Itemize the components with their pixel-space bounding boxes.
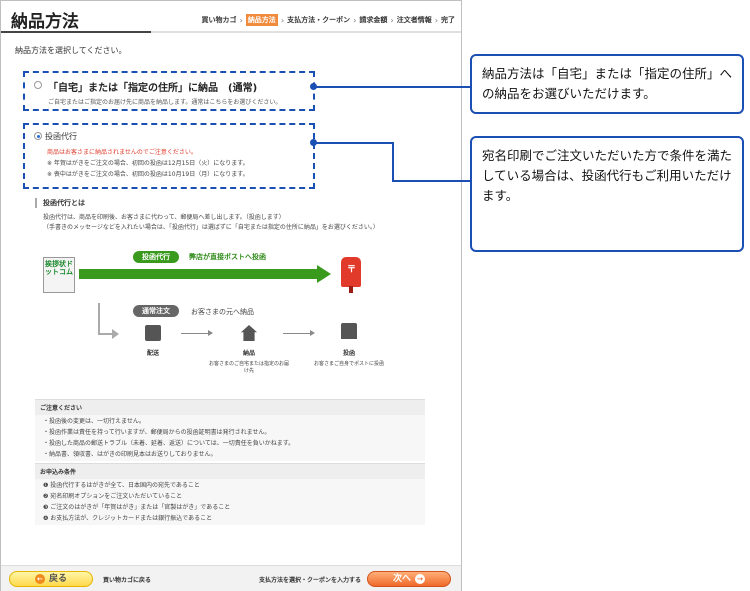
intro-text: 納品方法を選択してください。: [15, 46, 127, 55]
step-deliver-label: 納品: [242, 350, 255, 357]
callout-connector: [392, 142, 394, 182]
normal-order-pill: 通常注文: [133, 305, 179, 317]
callout-delivery: 納品方法は「自宅」または「指定の住所」への納品をお選びいただけます。: [470, 54, 744, 114]
normal-order-note: お客さまの元へ納品: [191, 308, 254, 316]
title-underline: [1, 31, 151, 33]
conditions-box: お申込み条件 ❶ 投函代行するはがきが全て、日本国内の宛先であること ❷ 宛名印…: [35, 463, 425, 525]
radio-home[interactable]: [34, 81, 42, 89]
step-ship-label: 配送: [146, 350, 159, 357]
post-service-note: 弊店が直接ポストへ投函: [189, 253, 266, 261]
caution-box: ご注意ください ・投函後の変更は、一切行えません。 ・投函作業は責任を持って行い…: [35, 399, 425, 461]
about-text: （手書きのメッセージなどを入れたい場合は、「投函代行」は選ばずに「自宅または指定…: [43, 224, 379, 231]
chevron-right-icon: ›: [434, 15, 438, 25]
back-button-label: 戻る: [48, 574, 67, 584]
step-cart: 買い物カゴ: [201, 16, 237, 24]
caution-line: ・投函した商品の郵送トラブル（未着、延着、返送）については、一切責任を負いかねま…: [43, 440, 295, 447]
back-button[interactable]: ← 戻る: [9, 571, 93, 587]
condition-line: ❸ ご注文のはがきが「年賀はがき」または「官製はがき」であること: [43, 504, 231, 511]
option-post-warning: 商品はお客さまに納品されませんのでご注意ください。: [47, 149, 197, 156]
conditions-heading: お申込み条件: [35, 464, 425, 479]
arrow-left-icon: ←: [34, 573, 45, 584]
flow-arrow: [181, 330, 213, 336]
elbow-arrow-head: [112, 329, 119, 339]
caution-heading: ご注意ください: [35, 400, 425, 415]
step-deliver-sub: お客さまのご自宅または指定のお届け先: [209, 361, 290, 374]
company-logo: 挨拶状ドットコム: [43, 257, 75, 293]
page-window: 納品方法 買い物カゴ › 納品方法 › 支払方法・クーポン › 請求金額 › 注文者情報…: [0, 0, 462, 591]
green-arrow-head: [317, 265, 331, 283]
flow-diagram: 挨拶状ドットコム 投函代行 弊店が直接ポストへ投函 〒 通常注文 お客さまの元へ…: [39, 241, 429, 393]
callout-connector: [314, 86, 470, 88]
page-title: 納品方法: [11, 12, 79, 32]
next-button-label: 次へ: [392, 574, 411, 584]
option-home-title: 「自宅」または「指定の住所」に納品 (通常): [48, 83, 258, 94]
footer-bar: ← 戻る 買い物カゴに戻る 支払方法を選択・クーポンを入力する 次へ →: [1, 565, 461, 591]
truck-icon: [145, 325, 161, 341]
condition-line: ❷ 宛名印刷オプションをご注文いただいていること: [43, 493, 183, 500]
next-button[interactable]: 次へ →: [367, 571, 451, 587]
option-post-title: 投函代行: [45, 132, 77, 141]
option-post-note: ※ 年賀はがきをご注文の場合、初回の投函は12月15日（火）になります。: [47, 160, 249, 167]
option-home-desc: ご自宅またはご指定のお届け先に商品を納品します。通常はこちらをお選びください。: [48, 99, 282, 106]
callout-dot: [310, 139, 317, 146]
callout-post-service: 宛名印刷でご注文いただいた方で条件を満たしている場合は、投函代行もご利用いただけ…: [470, 136, 744, 252]
chevron-right-icon: ›: [280, 15, 285, 25]
radio-post[interactable]: [34, 132, 42, 140]
chevron-right-icon: ›: [390, 15, 394, 25]
next-link[interactable]: 支払方法を選択・クーポンを入力する: [259, 575, 361, 584]
post-service-pill: 投函代行: [133, 251, 179, 263]
step-payment: 支払方法・クーポン: [287, 16, 351, 24]
about-heading: 投函代行とは: [35, 198, 85, 208]
option-home-delivery[interactable]: 「自宅」または「指定の住所」に納品 (通常) ご自宅またはご指定のお届け先に商品…: [23, 71, 315, 111]
condition-line: ❶ 投函代行するはがきが全て、日本国内の宛先であること: [43, 482, 200, 489]
caution-line: ・納品書、領収書、はがきの印刷見本はお送りしておりません。: [43, 451, 217, 458]
back-link[interactable]: 買い物カゴに戻る: [103, 575, 151, 584]
option-post-delivery[interactable]: 投函代行 商品はお客さまに納品されませんのでご注意ください。 ※ 年賀はがきをご…: [23, 123, 315, 189]
callout-connector: [314, 142, 394, 144]
option-post-note: ※ 喪中はがきをご注文の場合、初回の投函は10月19日（月）になります。: [47, 171, 249, 178]
flow-arrow: [283, 330, 315, 336]
callout-dot: [310, 83, 317, 90]
step-delivery: 納品方法: [245, 14, 278, 26]
step-amount: 請求金額: [359, 16, 388, 24]
about-text: 投函代行は、商品を印刷後、お客さまに代わって、郵便局へ差し出します。（投函します…: [43, 214, 285, 221]
postbox-small-icon: [341, 323, 357, 339]
caution-line: ・投函作業は責任を持って行いますが、郵便局からの投函証明書は発行されません。: [43, 429, 271, 436]
step-indicator: 買い物カゴ › 納品方法 › 支払方法・クーポン › 請求金額 › 注文者情報 › 完了: [202, 14, 455, 26]
caution-line: ・投函後の変更は、一切行えません。: [43, 418, 145, 425]
chevron-right-icon: ›: [239, 15, 243, 25]
arrow-right-icon: →: [415, 573, 425, 584]
green-arrow: [79, 269, 319, 279]
chevron-right-icon: ›: [353, 15, 357, 25]
condition-line: ❹ お支払方法が、クレジットカードまたは銀行振込であること: [43, 515, 213, 522]
callout-connector: [392, 180, 470, 182]
step-customer: 注文者情報: [396, 16, 432, 24]
step-post-sub: お客さまご自身でポストに投函: [313, 361, 384, 367]
postbox-icon: 〒: [341, 257, 361, 293]
elbow-line: [98, 303, 100, 335]
house-icon: [241, 325, 257, 341]
step-post-label: 投函: [342, 350, 355, 357]
header: 納品方法 買い物カゴ › 納品方法 › 支払方法・クーポン › 請求金額 › 注文者情報…: [1, 1, 461, 33]
step-done: 完了: [441, 16, 455, 24]
